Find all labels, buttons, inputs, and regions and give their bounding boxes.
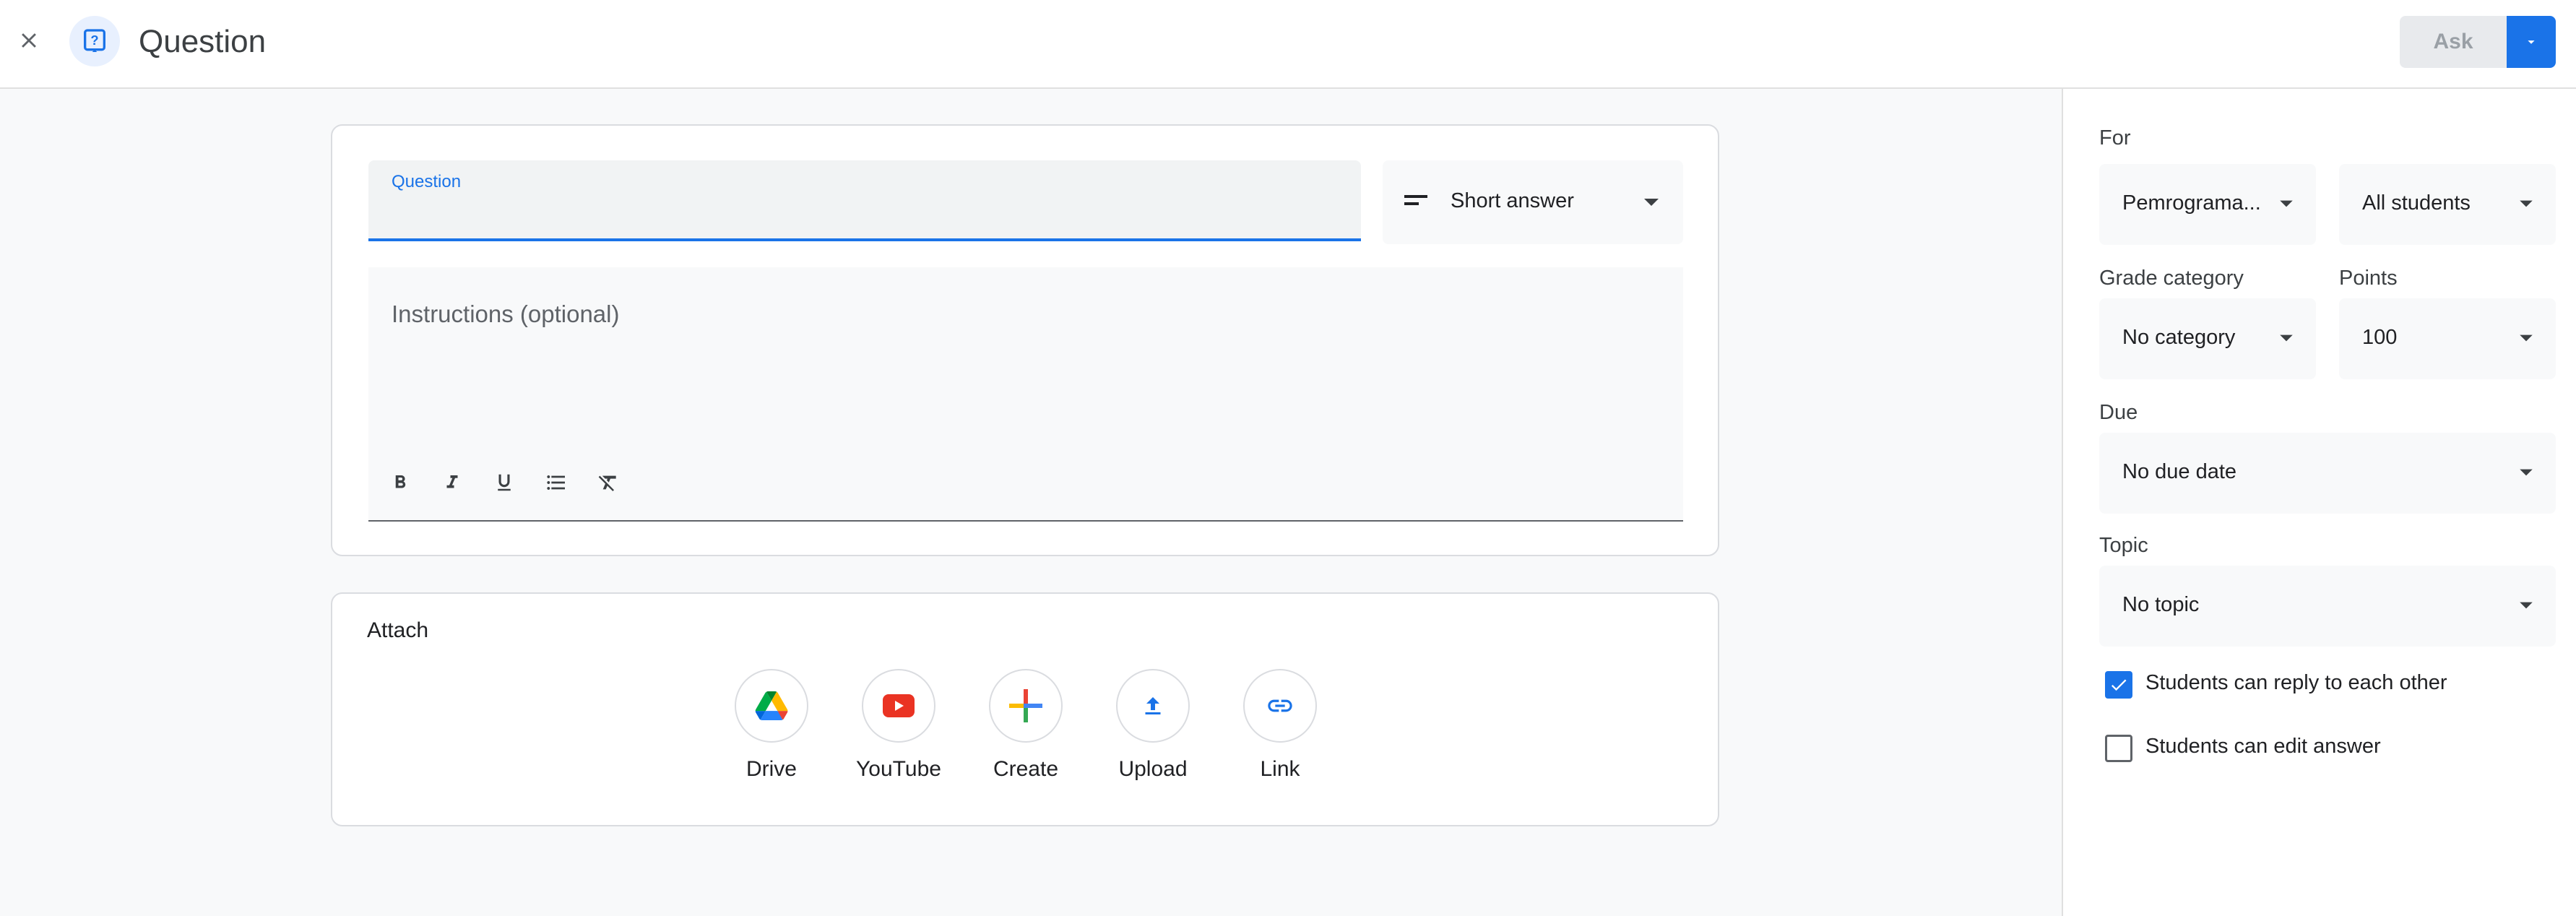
due-value: No due date: [2122, 460, 2237, 483]
caret-down-icon: [2520, 334, 2533, 342]
attach-youtube-label: YouTube: [856, 757, 941, 781]
bulleted-list-button[interactable]: [537, 464, 575, 501]
ask-options-button[interactable]: [2507, 16, 2556, 68]
attach-upload-circle: [1116, 669, 1190, 743]
attach-link-label: Link: [1260, 757, 1300, 781]
answer-type-value: Short answer: [1451, 189, 1574, 212]
clear-formatting-icon: [598, 475, 616, 491]
italic-icon: [446, 475, 458, 488]
edit-answer-checkbox[interactable]: [2105, 735, 2132, 762]
settings-panel: For Pemrograma... All students Grade cat…: [2062, 89, 2576, 916]
bulleted-list-icon: [547, 475, 565, 490]
svg-text:?: ?: [90, 33, 98, 48]
topic-select[interactable]: No topic: [2099, 566, 2556, 647]
reply-checkbox[interactable]: [2105, 671, 2132, 699]
caret-down-icon: [1644, 199, 1659, 206]
question-icon: ?: [84, 29, 105, 52]
underline-button[interactable]: [485, 464, 523, 501]
topic-value: No topic: [2122, 593, 2200, 616]
points-label: Points: [2339, 267, 2398, 290]
edit-answer-checkbox-label: Students can edit answer: [2145, 735, 2381, 758]
class-value: Pemrograma...: [2122, 191, 2261, 215]
attach-create-label: Create: [993, 757, 1059, 781]
caret-down-icon: [2280, 200, 2293, 207]
youtube-icon: [883, 694, 915, 717]
caret-down-icon: [2528, 40, 2535, 44]
instructions-input[interactable]: Instructions (optional): [368, 267, 1683, 522]
attach-youtube-button[interactable]: YouTube: [841, 669, 956, 782]
drive-icon: [755, 691, 788, 720]
grade-category-value: No category: [2122, 326, 2236, 349]
question-label: Question: [392, 172, 462, 191]
formatting-toolbar: [381, 464, 627, 501]
attach-upload-label: Upload: [1118, 757, 1188, 781]
question-card: Question Short answer Instructions (opti…: [331, 124, 1719, 556]
page-title: Question: [139, 24, 267, 59]
grade-category-label: Grade category: [2099, 267, 2244, 290]
attach-drive-button[interactable]: Drive: [714, 669, 829, 782]
checkmark-icon: [2111, 679, 2127, 691]
ask-button[interactable]: Ask: [2400, 16, 2507, 68]
attach-drive-label: Drive: [745, 757, 797, 781]
caret-down-icon: [2280, 334, 2293, 342]
points-select[interactable]: 100: [2339, 298, 2556, 379]
students-select[interactable]: All students: [2339, 164, 2556, 245]
attach-link-circle: [1243, 669, 1317, 743]
link-icon: [1268, 699, 1292, 712]
for-label: For: [2099, 126, 2131, 150]
instructions-placeholder: Instructions (optional): [392, 301, 620, 327]
reply-checkbox-label: Students can reply to each other: [2145, 671, 2447, 694]
underline-icon: [498, 474, 511, 491]
due-label: Due: [2099, 401, 2138, 424]
close-icon: [22, 33, 36, 48]
close-button[interactable]: [10, 22, 48, 59]
app-header: ? Question Ask: [0, 0, 2576, 89]
attach-card: Attach Drive YouTube Create Upload Link: [331, 592, 1719, 826]
attach-youtube-circle: [862, 669, 935, 743]
create-icon: [1009, 689, 1042, 722]
question-type-badge: ?: [69, 16, 120, 66]
topic-label: Topic: [2099, 534, 2148, 557]
bold-icon: [395, 475, 406, 488]
italic-button[interactable]: [433, 464, 471, 501]
attach-create-button[interactable]: Create: [968, 669, 1084, 782]
short-text-icon: [1404, 195, 1427, 205]
attach-drive-circle: [735, 669, 808, 743]
bold-button[interactable]: [381, 464, 419, 501]
clear-formatting-button[interactable]: [589, 464, 627, 501]
attach-title: Attach: [367, 618, 429, 642]
class-select[interactable]: Pemrograma...: [2099, 164, 2316, 245]
grade-category-select[interactable]: No category: [2099, 298, 2316, 379]
caret-down-icon: [2520, 469, 2533, 476]
caret-down-icon: [2520, 200, 2533, 207]
points-value: 100: [2362, 326, 2398, 349]
attach-create-circle: [989, 669, 1063, 743]
attach-upload-button[interactable]: Upload: [1095, 669, 1211, 782]
answer-type-select[interactable]: Short answer: [1383, 160, 1683, 244]
caret-down-icon: [2520, 602, 2533, 609]
question-input[interactable]: Question: [368, 160, 1361, 241]
attach-link-button[interactable]: Link: [1222, 669, 1338, 782]
students-value: All students: [2362, 191, 2471, 215]
upload-icon: [1145, 697, 1161, 714]
due-date-select[interactable]: No due date: [2099, 433, 2556, 514]
